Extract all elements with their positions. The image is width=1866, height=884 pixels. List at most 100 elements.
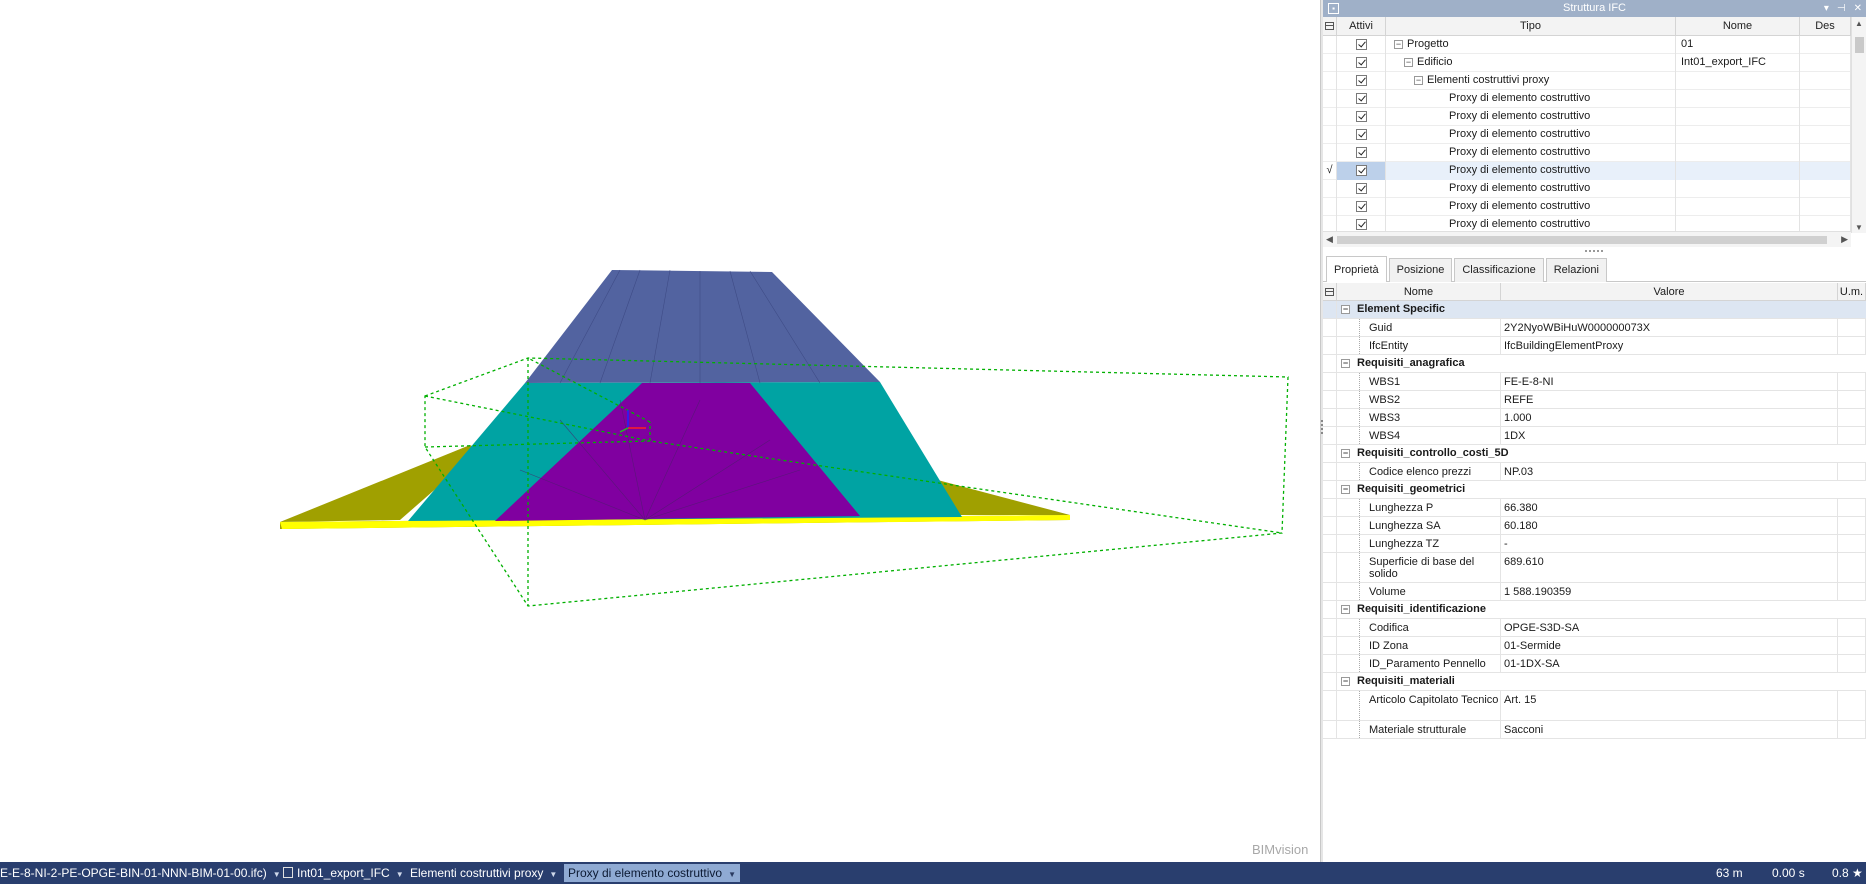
tree-row[interactable]: Proxy di elemento costruttivo [1323,180,1851,198]
row-nome-cell[interactable] [1676,162,1800,180]
row-selector[interactable] [1323,36,1337,54]
property-row[interactable]: IfcEntity IfcBuildingElementProxy [1323,337,1866,355]
property-row[interactable]: WBS3 1.000 [1323,409,1866,427]
row-active-cell[interactable] [1337,198,1386,216]
property-value[interactable]: IfcBuildingElementProxy [1501,337,1838,354]
active-checkbox[interactable] [1356,165,1367,176]
property-row[interactable]: Materiale strutturale Sacconi [1323,721,1866,739]
chevron-down-icon[interactable]: ▼ [396,870,404,879]
row-tipo-cell[interactable]: − Progetto [1386,36,1676,54]
breadcrumb-proxy-group[interactable]: Elementi costruttivi proxy ▼ [410,862,557,884]
row-selector[interactable] [1323,144,1337,162]
active-checkbox[interactable] [1356,93,1367,104]
tree-collapse-icon[interactable]: − [1394,40,1403,49]
breadcrumb-building[interactable]: Int01_export_IFC ▼ [283,862,404,884]
property-row[interactable]: Superficie di base del solido 689.610 [1323,553,1866,583]
breadcrumb-proxy-element[interactable]: Proxy di elemento costruttivo ▼ [564,864,740,882]
property-row[interactable]: Codifica OPGE-S3D-SA [1323,619,1866,637]
active-checkbox[interactable] [1356,183,1367,194]
group-collapse-icon[interactable]: − [1341,605,1350,614]
group-collapse-icon[interactable]: − [1341,305,1350,314]
row-selector[interactable]: √ [1323,162,1337,180]
group-collapse-icon[interactable]: − [1341,359,1350,368]
property-value[interactable]: 01-1DX-SA [1501,655,1838,672]
active-checkbox[interactable] [1356,57,1367,68]
column-header-des[interactable]: Des [1800,17,1851,35]
property-row[interactable]: Volume 1 588.190359 [1323,583,1866,601]
property-row[interactable]: WBS1 FE-E-8-NI [1323,373,1866,391]
group-collapse-icon[interactable]: − [1341,449,1350,458]
column-header-tipo[interactable]: Tipo [1386,17,1676,35]
property-group[interactable]: − Element Specific [1323,301,1866,319]
tab-proprieta[interactable]: Proprietà [1326,256,1387,282]
property-row[interactable]: WBS2 REFE [1323,391,1866,409]
property-row[interactable]: ID Zona 01-Sermide [1323,637,1866,655]
row-des-cell[interactable] [1800,162,1851,180]
property-value[interactable]: 2Y2NyoWBiHuW000000073X [1501,319,1838,336]
row-des-cell[interactable] [1800,54,1851,72]
row-selector[interactable] [1323,90,1337,108]
tree-horizontal-scrollbar[interactable]: ◀ ▶ [1323,231,1851,247]
property-row[interactable]: Lunghezza TZ - [1323,535,1866,553]
chevron-down-icon[interactable]: ▼ [549,870,557,879]
active-checkbox[interactable] [1356,201,1367,212]
scroll-down-icon[interactable]: ▼ [1855,223,1863,232]
column-chooser-icon[interactable] [1323,17,1337,35]
row-selector[interactable] [1323,180,1337,198]
row-tipo-cell[interactable]: Proxy di elemento costruttivo [1386,144,1676,162]
row-tipo-cell[interactable]: − Elementi costruttivi proxy [1386,72,1676,90]
tree-row[interactable]: − Edificio Int01_export_IFC [1323,54,1851,72]
model-canvas[interactable] [0,0,1320,862]
property-value[interactable]: 1DX [1501,427,1838,444]
row-active-cell[interactable] [1337,90,1386,108]
tree-row[interactable]: √ Proxy di elemento costruttivo [1323,162,1851,180]
row-nome-cell[interactable] [1676,72,1800,90]
row-selector[interactable] [1323,72,1337,90]
property-value[interactable]: - [1501,535,1838,552]
group-collapse-icon[interactable]: − [1341,677,1350,686]
property-row[interactable]: Lunghezza P 66.380 [1323,499,1866,517]
property-column-chooser-icon[interactable] [1323,283,1337,300]
property-value[interactable]: 60.180 [1501,517,1838,534]
row-nome-cell[interactable] [1676,108,1800,126]
property-group[interactable]: − Requisiti_geometrici [1323,481,1866,499]
column-header-valore[interactable]: Valore [1501,283,1838,300]
property-value[interactable]: 01-Sermide [1501,637,1838,654]
tab-relazioni[interactable]: Relazioni [1545,258,1607,282]
property-group[interactable]: − Requisiti_materiali [1323,673,1866,691]
property-value[interactable]: 66.380 [1501,499,1838,516]
property-row[interactable]: Lunghezza SA 60.180 [1323,517,1866,535]
property-value[interactable]: Art. 15 [1501,691,1838,720]
row-active-cell[interactable] [1337,162,1386,180]
property-row[interactable]: Guid 2Y2NyoWBiHuW000000073X [1323,319,1866,337]
row-active-cell[interactable] [1337,180,1386,198]
property-row[interactable]: WBS4 1DX [1323,427,1866,445]
row-active-cell[interactable] [1337,126,1386,144]
row-tipo-cell[interactable]: Proxy di elemento costruttivo [1386,198,1676,216]
row-tipo-cell[interactable]: − Edificio [1386,54,1676,72]
panel-close-icon[interactable]: ✕ [1854,0,1862,17]
row-selector[interactable] [1323,126,1337,144]
active-checkbox[interactable] [1356,39,1367,50]
property-row[interactable]: ID_Paramento Pennello 01-1DX-SA [1323,655,1866,673]
property-value[interactable]: NP.03 [1501,463,1838,480]
row-tipo-cell[interactable]: Proxy di elemento costruttivo [1386,180,1676,198]
3d-viewport[interactable]: BIMvision [0,0,1320,862]
row-tipo-cell[interactable]: Proxy di elemento costruttivo [1386,126,1676,144]
row-des-cell[interactable] [1800,72,1851,90]
active-checkbox[interactable] [1356,75,1367,86]
breadcrumb-file[interactable]: E-E-8-NI-2-PE-OPGE-BIN-01-NNN-BIM-01-00.… [0,862,281,884]
row-nome-cell[interactable]: Int01_export_IFC [1676,54,1800,72]
property-row[interactable]: Articolo Capitolato Tecnico Art. 15 [1323,691,1866,721]
row-des-cell[interactable] [1800,108,1851,126]
row-active-cell[interactable] [1337,108,1386,126]
column-header-nome[interactable]: Nome [1676,17,1800,35]
property-value[interactable]: 1.000 [1501,409,1838,426]
tree-row[interactable]: Proxy di elemento costruttivo [1323,90,1851,108]
row-nome-cell[interactable] [1676,144,1800,162]
scroll-thumb[interactable] [1855,37,1864,53]
property-value[interactable]: OPGE-S3D-SA [1501,619,1838,636]
row-active-cell[interactable] [1337,36,1386,54]
row-des-cell[interactable] [1800,198,1851,216]
tree-row[interactable]: Proxy di elemento costruttivo [1323,108,1851,126]
